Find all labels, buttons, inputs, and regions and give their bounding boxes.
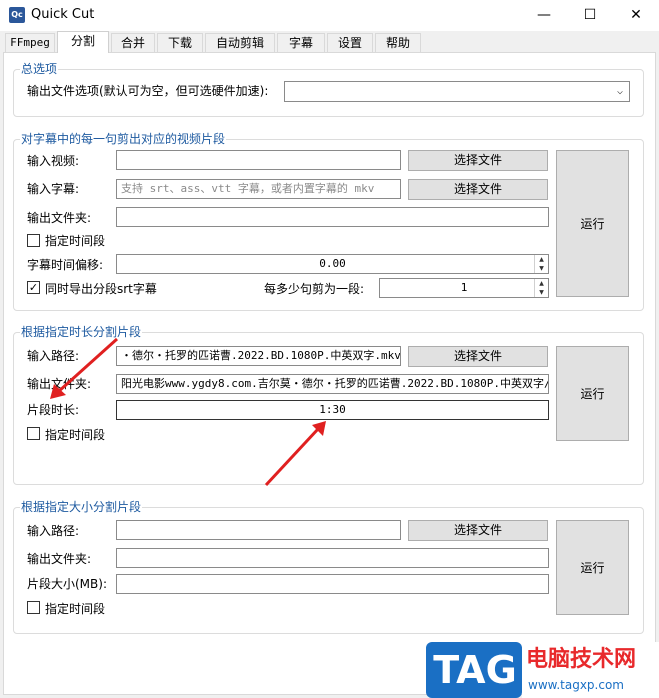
watermark-site-name: 电脑技术网 bbox=[526, 647, 637, 672]
arrow-to-duration-value bbox=[264, 421, 326, 487]
arrow-to-duration-label bbox=[50, 337, 119, 399]
watermark-url: www.tagxp.com bbox=[528, 678, 624, 692]
watermark: TAG 电脑技术网 www.tagxp.com bbox=[426, 642, 659, 698]
annotation-arrows bbox=[50, 337, 326, 487]
watermark-logo: TAG bbox=[433, 648, 517, 692]
